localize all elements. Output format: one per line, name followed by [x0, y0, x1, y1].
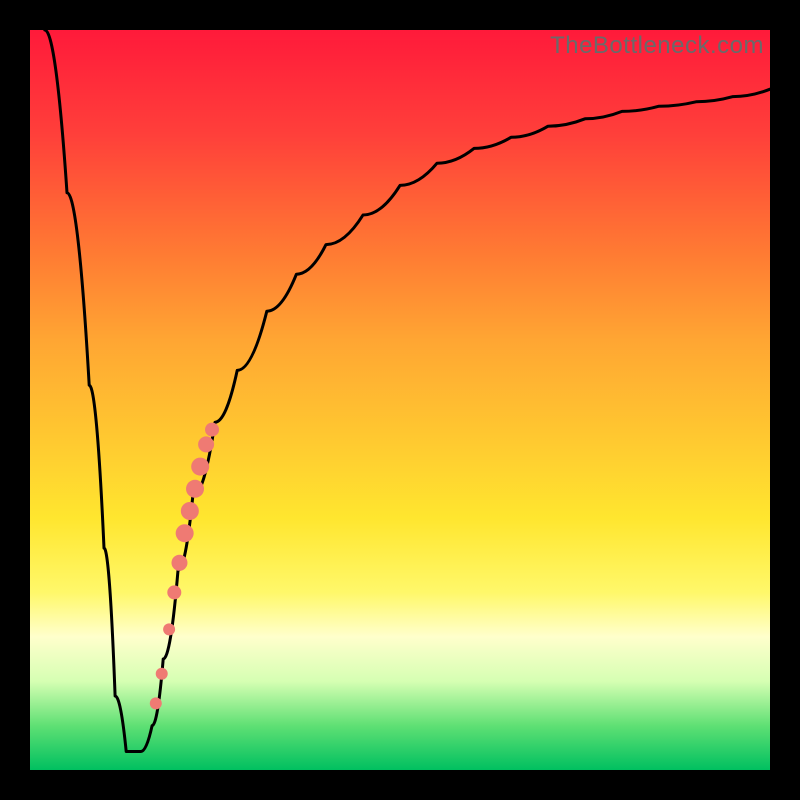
highlight-dot — [181, 502, 199, 520]
plot-area: TheBottleneck.com — [30, 30, 770, 770]
highlight-dot — [150, 697, 162, 709]
highlight-dot — [163, 623, 175, 635]
curve-layer — [30, 30, 770, 770]
highlight-dot — [167, 585, 181, 599]
highlight-dots — [150, 423, 219, 710]
highlight-dot — [176, 524, 194, 542]
highlight-dot — [205, 423, 219, 437]
highlight-dot — [191, 458, 209, 476]
highlight-dot — [186, 480, 204, 498]
highlight-dot — [171, 555, 187, 571]
highlight-dot — [198, 436, 214, 452]
bottleneck-curve — [45, 30, 770, 752]
highlight-dot — [156, 668, 168, 680]
chart-frame: TheBottleneck.com — [0, 0, 800, 800]
